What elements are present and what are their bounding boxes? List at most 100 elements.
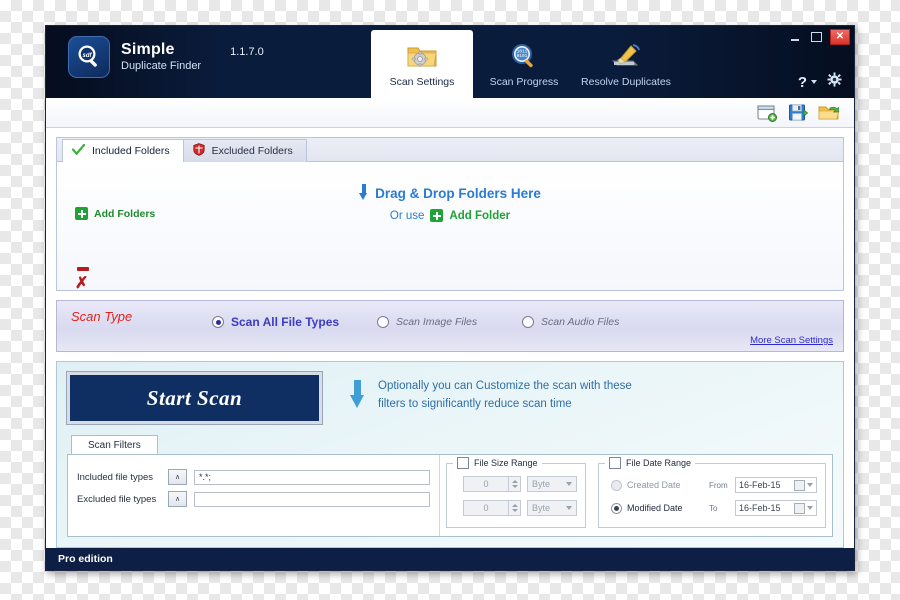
- radio-scan-all-label: Scan All File Types: [231, 315, 340, 329]
- optional-note-text: Optionally you can Customize the scan wi…: [378, 378, 632, 414]
- tab-resolve-duplicates[interactable]: Resolve Duplicates: [575, 30, 677, 98]
- new-project-icon[interactable]: [756, 103, 778, 123]
- scan-filters-body: Included file types ∧ *.*; Excluded file…: [67, 454, 833, 537]
- status-bar: Pro edition: [46, 548, 854, 570]
- save-project-icon[interactable]: [787, 103, 809, 123]
- drop-hint-oruse: Or use: [389, 209, 425, 222]
- add-folder-link[interactable]: Add Folder: [449, 210, 510, 222]
- scan-filters-tab-row: Scan Filters: [67, 435, 833, 454]
- date-from-input[interactable]: 16-Feb-15: [735, 477, 817, 493]
- folders-panel: Included Folders Excluded Folders Drag &…: [56, 137, 844, 292]
- excluded-file-types-input[interactable]: [194, 491, 430, 507]
- window-controls: ✕: [786, 29, 850, 45]
- app-header: ✕ sdf Simple Duplicate Finder 1.1.7.0 Sc…: [46, 26, 854, 98]
- radio-scan-all-file-types[interactable]: Scan All File Types: [212, 315, 377, 329]
- chevron-down-icon: [807, 506, 813, 510]
- scan-row: Start Scan Optionally you can Customize …: [66, 371, 833, 425]
- file-size-min-stepper[interactable]: 0: [463, 476, 521, 492]
- calendar-picker-button[interactable]: [794, 479, 813, 491]
- file-size-range-header: File Size Range: [453, 457, 542, 469]
- start-scan-button[interactable]: Start Scan: [66, 371, 323, 425]
- folder-drop-area[interactable]: Drag & Drop Folders Here Or use Add Fold…: [57, 162, 843, 292]
- minimize-button[interactable]: [786, 30, 803, 44]
- edition-label: Pro edition: [58, 553, 113, 565]
- green-check-icon: [71, 143, 86, 159]
- to-label: To: [709, 503, 718, 513]
- optional-note-line2: filters to significantly reduce scan tim…: [378, 397, 572, 410]
- date-from-value: 16-Feb-15: [739, 480, 781, 490]
- more-scan-settings-link[interactable]: More Scan Settings: [750, 335, 833, 346]
- tab-scan-progress[interactable]: 1011 0101 Scan Progress: [473, 30, 575, 98]
- header-actions: ?: [798, 72, 842, 92]
- brand-subtitle: Duplicate Finder: [121, 59, 202, 72]
- folders-tab-row: Included Folders Excluded Folders: [57, 138, 843, 162]
- optional-note: Optionally you can Customize the scan wi…: [350, 372, 632, 414]
- brand-text: Simple Duplicate Finder: [121, 40, 202, 72]
- calendar-icon: [794, 502, 805, 514]
- main-nav-tabs: Scan Settings 1011 0101 Scan Progress Re…: [371, 26, 677, 98]
- file-size-max-unit-select[interactable]: Byte: [527, 500, 577, 516]
- tab-resolve-duplicates-label: Resolve Duplicates: [581, 76, 671, 88]
- created-date-row: Created Date From 16-Feb-15: [611, 477, 817, 493]
- calendar-icon: [794, 479, 805, 491]
- radio-scan-audio-label: Scan Audio Files: [541, 316, 620, 328]
- gear-icon[interactable]: [827, 72, 842, 92]
- created-date-label: Created Date: [627, 480, 681, 490]
- arrow-down-icon: [359, 184, 368, 202]
- file-date-range-checkbox[interactable]: [609, 457, 621, 469]
- tab-scan-progress-label: Scan Progress: [489, 76, 559, 88]
- radio-scan-audio-files[interactable]: Scan Audio Files: [522, 316, 619, 328]
- tab-included-folders[interactable]: Included Folders: [62, 139, 184, 162]
- binary-magnifier-icon: 1011 0101: [507, 40, 541, 72]
- maximize-button[interactable]: [808, 30, 825, 44]
- included-file-types-input[interactable]: *.*;: [194, 469, 430, 485]
- optional-note-line1: Optionally you can Customize the scan wi…: [378, 380, 632, 392]
- file-size-min-unit-select[interactable]: Byte: [527, 476, 577, 492]
- radio-dot-created: [611, 479, 622, 491]
- radio-scan-image-files[interactable]: Scan Image Files: [377, 316, 522, 328]
- chevron-down-icon: [807, 483, 813, 487]
- file-size-max-row: 0 Byte: [463, 500, 577, 516]
- file-size-max-stepper[interactable]: 0: [463, 500, 521, 516]
- radio-dot-audio: [522, 316, 534, 328]
- included-expand-button[interactable]: ∧: [168, 469, 187, 485]
- spinner-arrows-icon: [508, 477, 520, 491]
- radio-created-date[interactable]: Created Date: [611, 479, 703, 491]
- brand-name: Simple: [121, 40, 175, 58]
- radio-modified-date[interactable]: Modified Date: [611, 502, 703, 514]
- file-size-min-row: 0 Byte: [463, 476, 577, 492]
- open-project-icon[interactable]: [818, 103, 840, 123]
- red-shield-icon: [193, 143, 205, 159]
- arrow-down-large-icon: [350, 380, 364, 412]
- drop-hint-subtitle: Or use Add Folder: [57, 209, 843, 222]
- x-icon[interactable]: ✗: [75, 276, 88, 292]
- file-date-range-group: File Date Range Created Date From 16-Feb…: [598, 457, 826, 528]
- help-button[interactable]: ?: [798, 74, 807, 91]
- minus-icon[interactable]: [77, 267, 89, 271]
- date-to-input[interactable]: 16-Feb-15: [735, 500, 817, 516]
- tab-excluded-folders[interactable]: Excluded Folders: [183, 139, 307, 162]
- file-size-max-unit-value: Byte: [532, 503, 551, 513]
- add-folders-button[interactable]: Add Folders: [75, 207, 155, 220]
- excluded-file-types-label: Excluded file types: [77, 493, 157, 505]
- tab-scan-settings[interactable]: Scan Settings: [371, 30, 473, 98]
- magnifier-logo-icon: sdf: [68, 36, 110, 78]
- chevron-down-icon[interactable]: [811, 80, 817, 84]
- included-file-types-row: Included file types ∧ *.*;: [77, 469, 430, 485]
- radio-dot-image: [377, 316, 389, 328]
- app-body: Included Folders Excluded Folders Drag &…: [46, 128, 854, 548]
- calendar-picker-button[interactable]: [794, 502, 813, 514]
- file-date-range-label: File Date Range: [626, 458, 692, 468]
- brand-block: sdf Simple Duplicate Finder 1.1.7.0: [68, 36, 264, 78]
- file-size-range-checkbox[interactable]: [457, 457, 469, 469]
- spinner-arrows-icon: [508, 501, 520, 515]
- folder-gear-icon: [405, 40, 439, 72]
- close-button[interactable]: ✕: [830, 29, 850, 45]
- add-folder-plus-icon[interactable]: [430, 209, 444, 222]
- radio-scan-image-label: Scan Image Files: [396, 316, 478, 328]
- tab-scan-filters[interactable]: Scan Filters: [71, 435, 158, 454]
- scan-filters-wrapper: Scan Filters Included file types ∧ *.*; …: [67, 435, 833, 537]
- application-window: ✕ sdf Simple Duplicate Finder 1.1.7.0 Sc…: [45, 25, 855, 571]
- add-folders-label: Add Folders: [94, 207, 156, 220]
- excluded-expand-button[interactable]: ∧: [168, 491, 187, 507]
